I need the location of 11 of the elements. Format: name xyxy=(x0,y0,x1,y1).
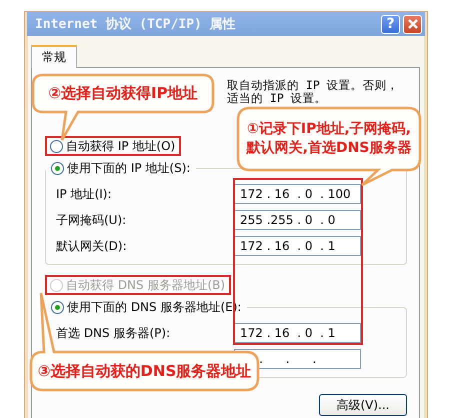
radio-option: 自动获得 DNS 服务器地址(B) xyxy=(45,275,232,295)
window-title: Internet 协议 (TCP/IP) 属性 xyxy=(35,16,237,33)
field-label: IP 地址(I): xyxy=(56,186,113,202)
callout-text: ②选择自动获得IP地址 xyxy=(48,84,198,103)
description-text: 取自动指派的 IP 设置。否则， xyxy=(227,79,400,92)
callout-text: ①记录下IP地址,子网掩码, xyxy=(247,120,411,139)
description-text: 适当的 IP 设置。 xyxy=(227,92,328,105)
callout-text: 默认网关,首选DNS服务器 xyxy=(246,139,412,158)
field-label: 默认网关(D): xyxy=(56,238,128,254)
field-label: 子网掩码(U): xyxy=(56,212,128,228)
field-label: 首选 DNS 服务器(P): xyxy=(56,324,172,342)
